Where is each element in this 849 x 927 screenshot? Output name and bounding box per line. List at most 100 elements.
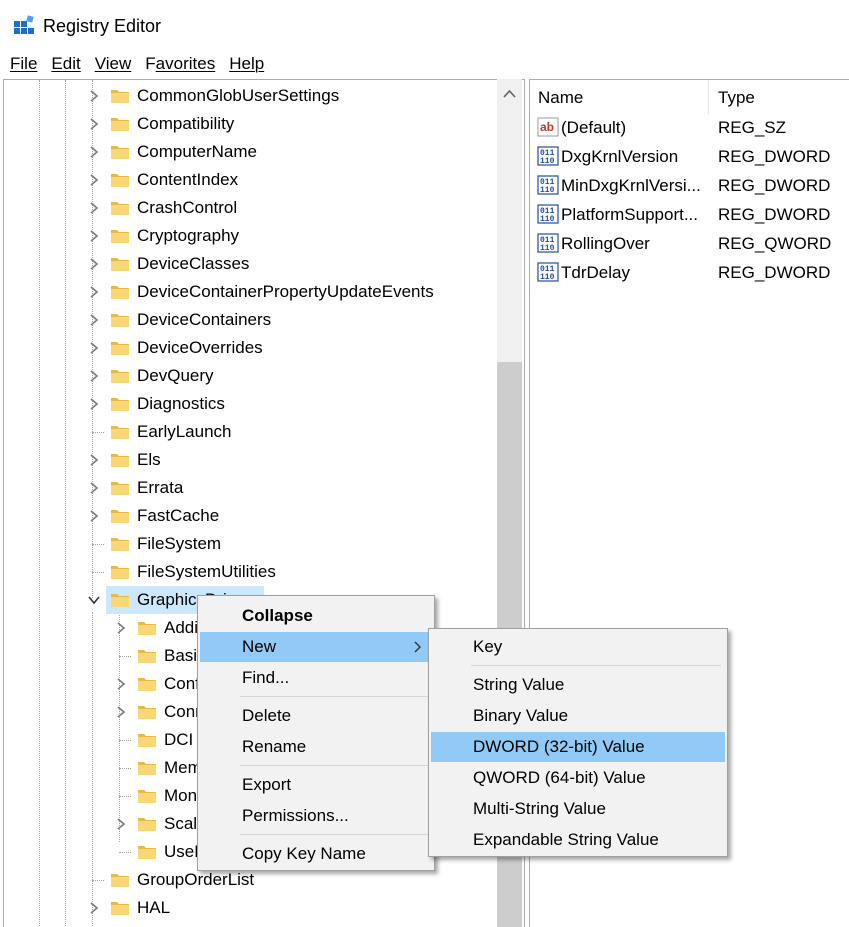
chevron-right-icon[interactable] — [88, 454, 100, 466]
folder-icon — [111, 398, 129, 411]
tree-item[interactable]: DeviceContainers — [4, 306, 498, 334]
chevron-right-icon[interactable] — [88, 230, 100, 242]
menu-edit-label: dit — [62, 54, 81, 73]
chevron-right-icon[interactable] — [88, 398, 100, 410]
menu-favorites[interactable]: Favorites — [145, 48, 215, 78]
value-name: PlatformSupport... — [561, 205, 699, 224]
svg-text:110: 110 — [540, 244, 555, 253]
ctx-permissions-label: Permissions... — [242, 806, 349, 825]
tree-item[interactable]: DeviceOverrides — [4, 334, 498, 362]
chevron-right-icon[interactable] — [88, 118, 100, 130]
value-row[interactable]: 011 110 PlatformSupport... REG_DWORD — [530, 200, 849, 229]
tree-item[interactable]: Els — [4, 446, 498, 474]
tree-item[interactable]: DevQuery — [4, 362, 498, 390]
chevron-right-icon[interactable] — [88, 314, 100, 326]
tree-guide-line — [92, 544, 104, 545]
folder-icon — [111, 90, 129, 103]
value-row[interactable]: 011 110 DxgKrnlVersion REG_DWORD — [530, 142, 849, 171]
chevron-right-icon[interactable] — [88, 146, 100, 158]
value-name: MinDxgKrnlVersi... — [561, 176, 701, 195]
value-row[interactable]: 011 110 RollingOver REG_QWORD — [530, 229, 849, 258]
chevron-right-icon[interactable] — [88, 90, 100, 102]
submenu-string-value[interactable]: String Value — [431, 670, 725, 700]
submenu-string-value-label: String Value — [473, 675, 565, 694]
ctx-find[interactable]: Find... — [200, 663, 432, 693]
submenu-arrow-icon — [414, 641, 421, 653]
submenu-key[interactable]: Key — [431, 632, 725, 662]
submenu-dword-value[interactable]: DWORD (32-bit) Value — [431, 732, 725, 762]
folder-icon — [138, 706, 156, 719]
chevron-right-icon[interactable] — [88, 174, 100, 186]
tree-item-label: ComputerName — [137, 142, 257, 161]
tree-guide-line — [119, 796, 131, 797]
ctx-new[interactable]: New — [200, 632, 432, 662]
tree-item[interactable]: DeviceClasses — [4, 250, 498, 278]
submenu-expandable-string-value[interactable]: Expandable String Value — [431, 825, 725, 855]
folder-icon — [138, 818, 156, 831]
chevron-right-icon[interactable] — [88, 902, 100, 914]
value-type: REG_DWORD — [718, 176, 831, 195]
value-row[interactable]: 011 110 MinDxgKrnlVersi... REG_DWORD — [530, 171, 849, 200]
tree-item[interactable]: Diagnostics — [4, 390, 498, 418]
menu-file[interactable]: File — [10, 48, 37, 78]
tree-item-label: FastCache — [137, 506, 220, 525]
chevron-down-icon[interactable] — [88, 594, 100, 606]
ctx-export[interactable]: Export — [200, 770, 432, 800]
submenu-binary-value[interactable]: Binary Value — [431, 701, 725, 731]
value-name: TdrDelay — [561, 263, 630, 282]
chevron-right-icon[interactable] — [88, 342, 100, 354]
folder-icon — [138, 650, 156, 663]
value-type: REG_DWORD — [718, 263, 831, 282]
ctx-copy-key-name[interactable]: Copy Key Name — [200, 839, 432, 869]
string-value-icon: ab — [537, 117, 559, 137]
value-row[interactable]: 011 110 TdrDelay REG_DWORD — [530, 258, 849, 287]
tree-item[interactable]: HAL — [4, 894, 498, 922]
ctx-rename[interactable]: Rename — [200, 732, 432, 762]
svg-text:110: 110 — [540, 186, 555, 195]
chevron-right-icon[interactable] — [115, 622, 127, 634]
tree-item-label: GroupOrderList — [137, 870, 255, 889]
ctx-delete-label: Delete — [242, 706, 292, 725]
chevron-right-icon[interactable] — [115, 706, 127, 718]
menu-help[interactable]: Help — [229, 48, 264, 78]
tree-item[interactable]: ComputerName — [4, 138, 498, 166]
chevron-right-icon[interactable] — [88, 482, 100, 494]
tree-item[interactable]: FileSystem — [4, 530, 498, 558]
tree-item[interactable]: CommonGlobUserSettings — [4, 82, 498, 110]
tree-item[interactable]: EarlyLaunch — [4, 418, 498, 446]
tree-item[interactable]: Cryptography — [4, 222, 498, 250]
chevron-right-icon[interactable] — [88, 202, 100, 214]
chevron-right-icon[interactable] — [88, 286, 100, 298]
tree-item[interactable]: FastCache — [4, 502, 498, 530]
folder-icon — [111, 202, 129, 215]
title-bar: Registry Editor — [0, 0, 849, 48]
ctx-collapse[interactable]: Collapse — [200, 601, 432, 631]
scroll-up-icon[interactable] — [503, 89, 516, 98]
tree-item[interactable]: Errata — [4, 474, 498, 502]
tree-guide-line — [92, 880, 104, 881]
chevron-right-icon[interactable] — [88, 258, 100, 270]
tree-item-label: CommonGlobUserSettings — [137, 86, 340, 105]
ctx-delete[interactable]: Delete — [200, 701, 432, 731]
menu-file-accel: F — [10, 54, 21, 73]
ctx-export-label: Export — [242, 775, 292, 794]
folder-icon — [111, 510, 129, 523]
tree-item[interactable]: DeviceContainerPropertyUpdateEvents — [4, 278, 498, 306]
ctx-permissions[interactable]: Permissions... — [200, 801, 432, 831]
chevron-right-icon[interactable] — [115, 678, 127, 690]
tree-item[interactable]: ContentIndex — [4, 166, 498, 194]
chevron-right-icon[interactable] — [88, 510, 100, 522]
column-separator[interactable] — [708, 80, 709, 114]
chevron-right-icon[interactable] — [115, 818, 127, 830]
chevron-right-icon[interactable] — [88, 370, 100, 382]
tree-item[interactable]: CrashControl — [4, 194, 498, 222]
menu-edit[interactable]: Edit — [51, 48, 80, 78]
submenu-multi-string-value[interactable]: Multi-String Value — [431, 794, 725, 824]
tree-item-label: Cryptography — [137, 226, 240, 245]
tree-item[interactable]: FileSystemUtilities — [4, 558, 498, 586]
menu-view[interactable]: View — [95, 48, 132, 78]
tree-guide-line — [92, 432, 104, 433]
value-row[interactable]: ab (Default) REG_SZ — [530, 113, 849, 142]
tree-item[interactable]: Compatibility — [4, 110, 498, 138]
submenu-qword-value[interactable]: QWORD (64-bit) Value — [431, 763, 725, 793]
